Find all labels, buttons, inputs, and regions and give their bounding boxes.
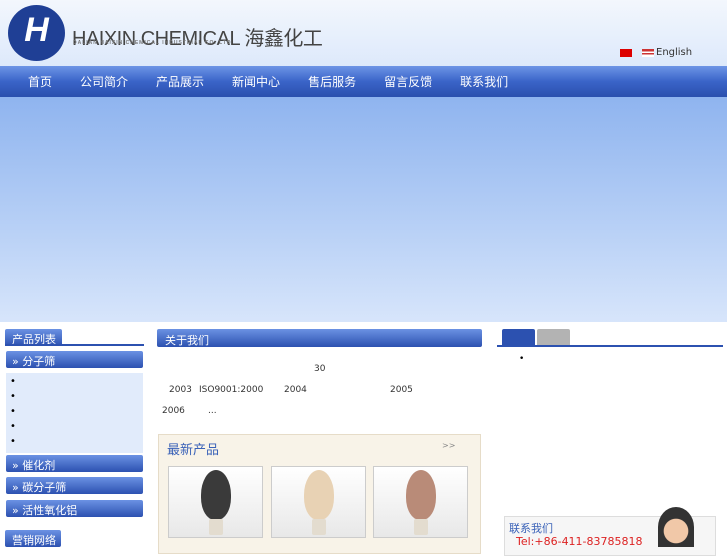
- nav-news[interactable]: 新闻中心: [232, 73, 280, 90]
- banner: [0, 97, 727, 322]
- about-text: 2005: [390, 385, 413, 395]
- latest-products-title: 最新产品: [167, 443, 220, 458]
- divider: [5, 344, 144, 346]
- brand-subtitle: DALIAN HAIXIN CHEMICAL INDUSTRIAL CO.,LT…: [73, 40, 232, 46]
- list-item[interactable]: •: [10, 391, 143, 406]
- product-image[interactable]: [271, 466, 366, 538]
- subcategory-list: • • • • •: [6, 373, 143, 453]
- list-item[interactable]: •: [10, 406, 143, 421]
- list-item: •: [519, 354, 525, 364]
- about-text: ISO9001:2000: [199, 385, 264, 395]
- list-item[interactable]: •: [10, 436, 143, 451]
- category-label: 催化剂: [22, 459, 56, 472]
- category-carbon-sieve[interactable]: » 碳分子筛: [6, 477, 143, 494]
- category-alumina[interactable]: » 活性氧化铝: [6, 500, 143, 517]
- about-text: 2004: [284, 385, 307, 395]
- nav-contact[interactable]: 联系我们: [460, 73, 508, 90]
- more-link[interactable]: >>: [442, 441, 455, 450]
- nav-feedback[interactable]: 留言反馈: [384, 73, 432, 90]
- contact-title: 联系我们: [509, 522, 553, 535]
- list-item[interactable]: •: [10, 421, 143, 436]
- china-flag-icon[interactable]: [620, 48, 632, 57]
- about-text: 2006: [162, 406, 185, 416]
- brand-name: HAIXIN CHEMICAL 海鑫化工: [72, 28, 323, 50]
- about-text: 30: [314, 364, 326, 374]
- contact-phone: Tel:+86-411-83785818: [516, 535, 643, 548]
- logo[interactable]: H: [8, 5, 65, 61]
- english-link[interactable]: English: [642, 47, 692, 58]
- nav-about[interactable]: 公司简介: [80, 73, 128, 90]
- english-label: English: [656, 47, 693, 58]
- tab-1[interactable]: [502, 329, 535, 345]
- main-nav: 首页 公司简介 产品展示 新闻中心 售后服务 留言反馈 联系我们: [0, 66, 727, 97]
- category-label: 碳分子筛: [22, 481, 67, 494]
- category-label: 分子筛: [22, 355, 56, 368]
- latest-products: 最新产品 >>: [158, 434, 481, 554]
- nav-service[interactable]: 售后服务: [308, 73, 356, 90]
- about-text: ...: [208, 406, 217, 416]
- us-flag-icon: [642, 48, 654, 57]
- nav-home[interactable]: 首页: [28, 73, 52, 90]
- product-image[interactable]: [168, 466, 263, 538]
- list-item[interactable]: •: [10, 376, 143, 391]
- about-text: 2003: [169, 385, 192, 395]
- category-catalyst[interactable]: » 催化剂: [6, 455, 143, 472]
- tab-2[interactable]: [537, 329, 570, 345]
- product-image[interactable]: [373, 466, 468, 538]
- category-label: 活性氧化铝: [22, 504, 78, 517]
- category-molecular-sieve[interactable]: » 分子筛: [6, 351, 143, 368]
- divider: [497, 345, 723, 347]
- about-us-title: 关于我们: [157, 329, 482, 347]
- language-switcher: English: [620, 47, 692, 58]
- header: H HAIXIN CHEMICAL 海鑫化工 DALIAN HAIXIN CHE…: [0, 0, 727, 66]
- marketing-network-title: 营销网络: [5, 530, 61, 547]
- support-agent-image: [658, 507, 694, 547]
- nav-products[interactable]: 产品展示: [156, 73, 204, 90]
